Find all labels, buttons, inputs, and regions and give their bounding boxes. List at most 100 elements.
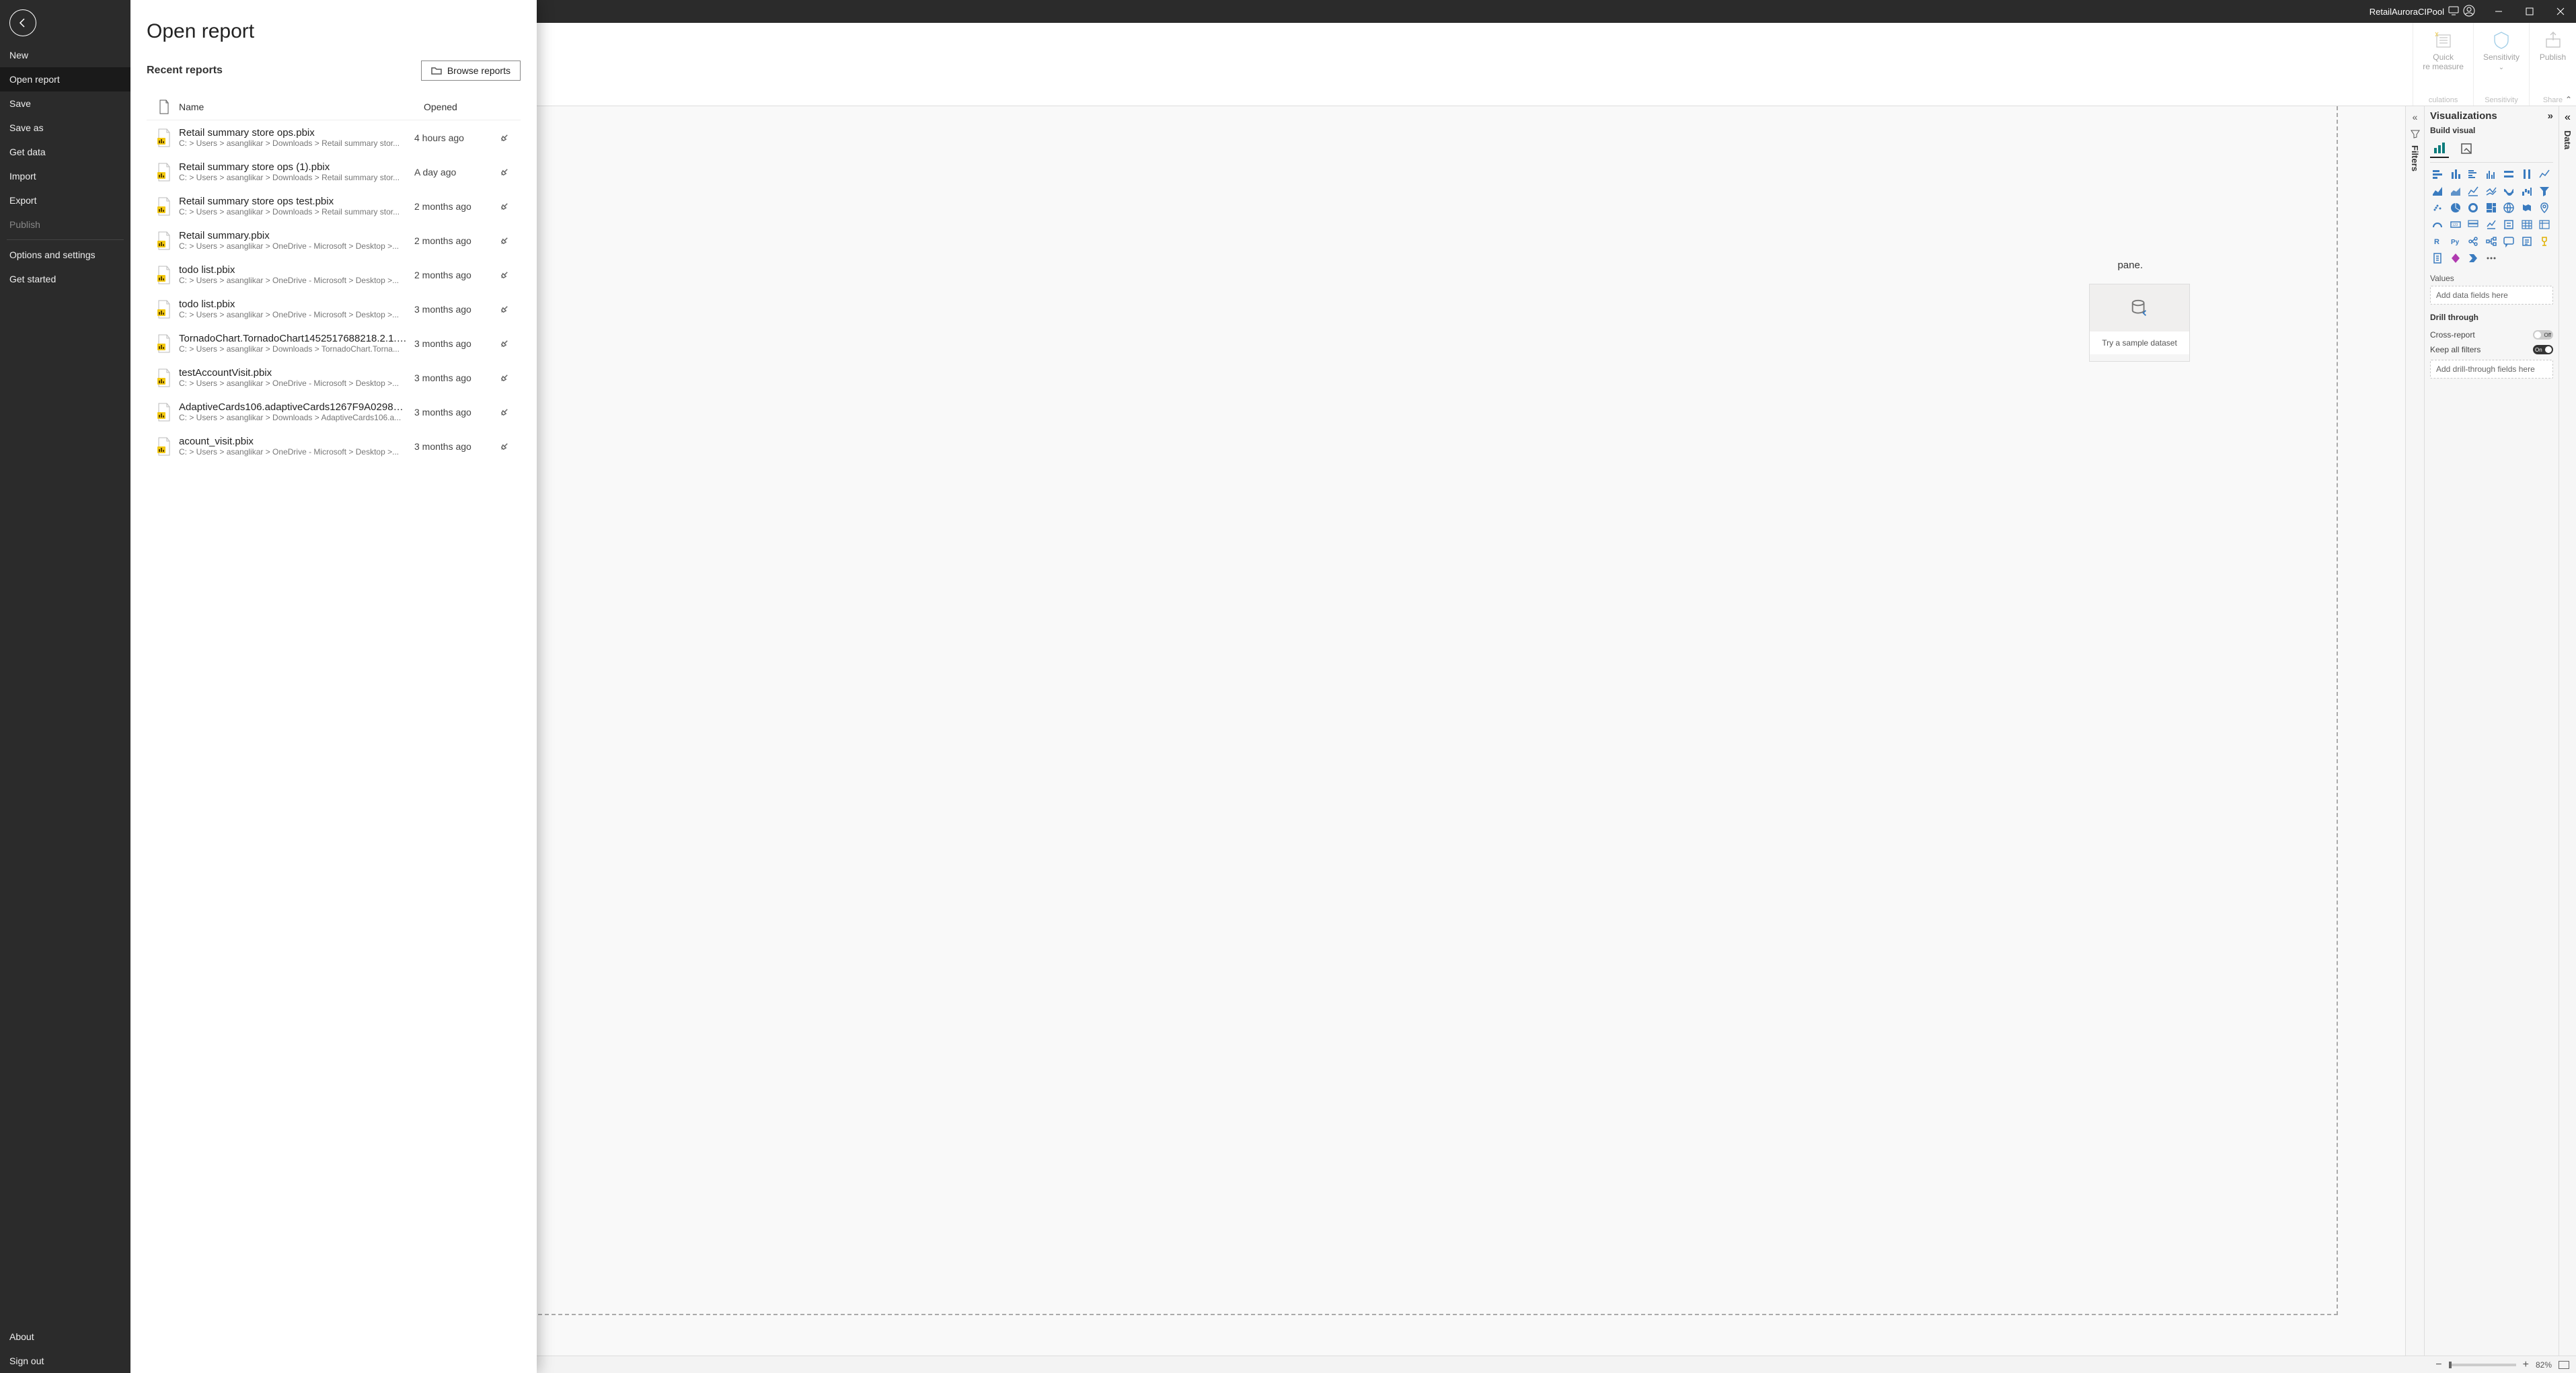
viz-card-icon[interactable]: 123 (2448, 217, 2463, 232)
col-opened-header[interactable]: Opened (424, 102, 518, 112)
filters-pane-collapsed[interactable]: « Filters (2405, 106, 2424, 1356)
viz-100stacked-column-icon[interactable] (2520, 167, 2534, 182)
recent-report-row[interactable]: acount_visit.pbix C: > Users > asanglika… (147, 429, 517, 463)
window-minimize-button[interactable] (2483, 0, 2514, 23)
recent-reports-list[interactable]: Retail summary store ops.pbix C: > Users… (147, 120, 521, 1366)
viz-clustered-bar-icon[interactable] (2466, 167, 2480, 182)
file-nav-import[interactable]: Import (0, 164, 130, 188)
data-expand-icon[interactable]: « (2565, 112, 2571, 124)
recent-report-row[interactable]: todo list.pbix C: > Users > asanglikar >… (147, 292, 517, 326)
keep-all-filters-toggle[interactable] (2533, 345, 2553, 354)
recent-file-name: Retail summary store ops.pbix (179, 127, 408, 139)
try-sample-dataset-card[interactable]: Try a sample dataset (2089, 284, 2190, 362)
data-pane-collapsed[interactable]: « Data (2559, 106, 2576, 1356)
window-maximize-button[interactable] (2514, 0, 2545, 23)
viz-qa-icon[interactable] (2501, 234, 2516, 249)
pin-button[interactable] (495, 339, 514, 348)
viz-azure-map-icon[interactable] (2537, 200, 2552, 215)
filters-expand-icon[interactable]: « (2413, 112, 2418, 122)
viz-stacked-area-icon[interactable] (2448, 184, 2463, 198)
back-button[interactable] (9, 9, 36, 36)
ribbon-collapse-button[interactable]: ⌃ (2565, 95, 2572, 104)
viz-kpi-icon[interactable] (2484, 217, 2499, 232)
file-nav-save[interactable]: Save (0, 91, 130, 116)
viz-narrative-icon[interactable] (2520, 234, 2534, 249)
values-field-well[interactable]: Add data fields here (2430, 286, 2553, 305)
pin-button[interactable] (495, 373, 514, 383)
pin-button[interactable] (495, 442, 514, 451)
viz-more-icon[interactable] (2484, 251, 2499, 266)
viz-ribbon-icon[interactable] (2501, 184, 2516, 198)
viz-matrix-icon[interactable] (2537, 217, 2552, 232)
file-nav-get-data[interactable]: Get data (0, 140, 130, 164)
viz-donut-icon[interactable] (2466, 200, 2480, 215)
viz-pie-icon[interactable] (2448, 200, 2463, 215)
viz-r-icon[interactable]: R (2430, 234, 2445, 249)
file-nav-about[interactable]: About (0, 1325, 130, 1349)
viz-line-clustered-icon[interactable] (2484, 184, 2499, 198)
viz-treemap-icon[interactable] (2484, 200, 2499, 215)
viz-table-icon[interactable] (2520, 217, 2534, 232)
recent-report-row[interactable]: TornadoChart.TornadoChart1452517688218.2… (147, 326, 517, 360)
viz-scatter-icon[interactable] (2430, 200, 2445, 215)
visualizations-collapse-icon[interactable]: » (2548, 110, 2553, 122)
viz-decomposition-icon[interactable] (2484, 234, 2499, 249)
build-visual-tab[interactable] (2430, 139, 2449, 158)
viz-python-icon[interactable]: Py (2448, 234, 2463, 249)
recent-report-row[interactable]: Retail summary.pbix C: > Users > asangli… (147, 223, 517, 258)
pin-button[interactable] (495, 270, 514, 280)
pin-button[interactable] (495, 236, 514, 245)
zoom-slider[interactable] (2449, 1364, 2516, 1366)
pin-button[interactable] (495, 133, 514, 143)
viz-line-icon[interactable] (2537, 167, 2552, 182)
zoom-percent: 82% (2536, 1360, 2552, 1370)
file-nav-new[interactable]: New (0, 43, 130, 67)
viz-line-stacked-icon[interactable] (2466, 184, 2480, 198)
viz-area-icon[interactable] (2430, 184, 2445, 198)
viz-goals-icon[interactable] (2537, 234, 2552, 249)
viz-paginated-icon[interactable] (2430, 251, 2445, 266)
pin-button[interactable] (495, 407, 514, 417)
viz-gauge-icon[interactable] (2430, 217, 2445, 232)
recent-report-row[interactable]: Retail summary store ops test.pbix C: > … (147, 189, 517, 223)
col-name-header[interactable]: Name (179, 102, 424, 112)
file-nav-open-report[interactable]: Open report (0, 67, 130, 91)
viz-powerautomate-icon[interactable] (2466, 251, 2480, 266)
window-close-button[interactable] (2545, 0, 2576, 23)
file-nav-export[interactable]: Export (0, 188, 130, 212)
viz-powerapps-icon[interactable] (2448, 251, 2463, 266)
viz-filled-map-icon[interactable] (2520, 200, 2534, 215)
viz-key-influencers-icon[interactable] (2466, 234, 2480, 249)
file-nav-sign-out[interactable]: Sign out (0, 1349, 130, 1373)
page-title: Open report (147, 20, 521, 43)
recent-report-row[interactable]: Retail summary store ops.pbix C: > Users… (147, 120, 517, 155)
viz-slicer-icon[interactable] (2501, 217, 2516, 232)
recent-report-row[interactable]: testAccountVisit.pbix C: > Users > asang… (147, 360, 517, 395)
file-nav-get-started[interactable]: Get started (0, 267, 130, 291)
file-nav-save-as[interactable]: Save as (0, 116, 130, 140)
pin-button[interactable] (495, 167, 514, 177)
viz-100stacked-bar-icon[interactable] (2501, 167, 2516, 182)
account-area[interactable]: RetailAuroraCIPool (2370, 5, 2475, 19)
viz-stacked-bar-icon[interactable] (2430, 167, 2445, 182)
viz-multi-card-icon[interactable] (2466, 217, 2480, 232)
drill-field-well[interactable]: Add drill-through fields here (2430, 360, 2553, 379)
viz-waterfall-icon[interactable] (2520, 184, 2534, 198)
recent-report-row[interactable]: AdaptiveCards106.adaptiveCards1267F9A029… (147, 395, 517, 429)
format-visual-tab[interactable] (2457, 139, 2476, 158)
viz-funnel-icon[interactable] (2537, 184, 2552, 198)
viz-stacked-column-icon[interactable] (2448, 167, 2463, 182)
file-nav-options-and-settings[interactable]: Options and settings (0, 243, 130, 267)
viz-map-icon[interactable] (2501, 200, 2516, 215)
viz-clustered-column-icon[interactable] (2484, 167, 2499, 182)
user-avatar-icon[interactable] (2463, 5, 2475, 19)
browse-reports-button[interactable]: Browse reports (421, 61, 521, 81)
zoom-in-button[interactable]: + (2523, 1359, 2529, 1371)
zoom-out-button[interactable]: − (2435, 1359, 2441, 1371)
fit-to-page-button[interactable] (2559, 1361, 2569, 1369)
cross-report-toggle[interactable] (2533, 330, 2553, 340)
recent-report-row[interactable]: Retail summary store ops (1).pbix C: > U… (147, 155, 517, 189)
recent-report-row[interactable]: todo list.pbix C: > Users > asanglikar >… (147, 258, 517, 292)
pin-button[interactable] (495, 202, 514, 211)
pin-button[interactable] (495, 305, 514, 314)
